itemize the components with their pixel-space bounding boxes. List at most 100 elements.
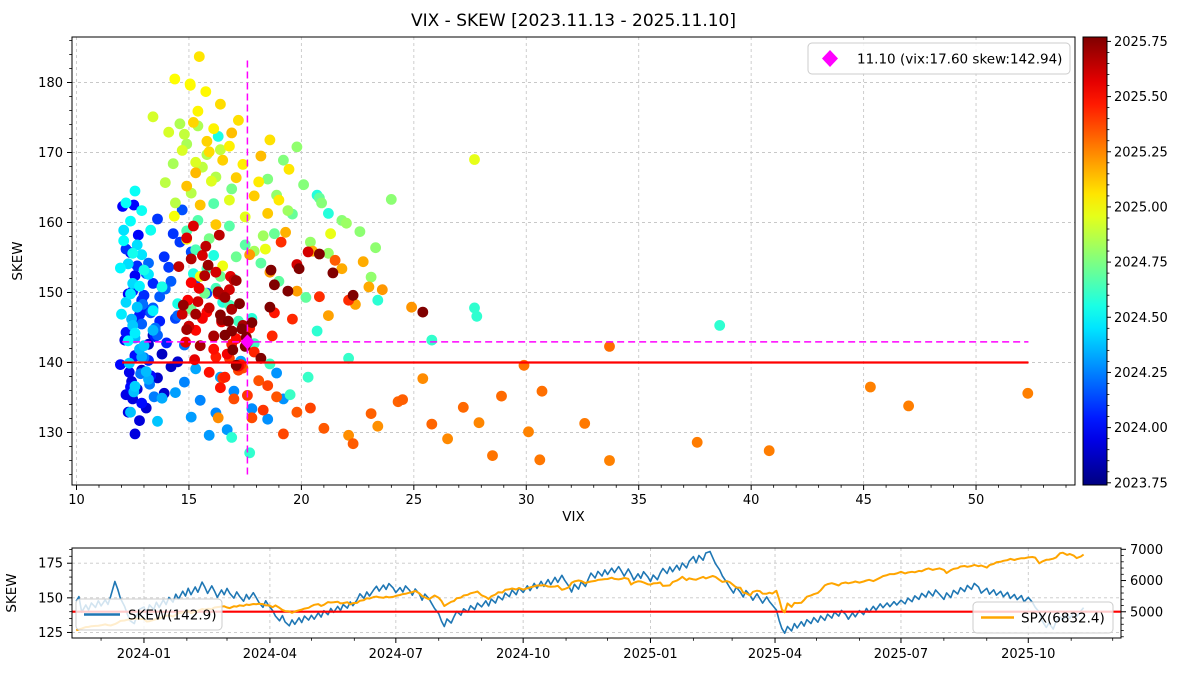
y2-tick-label: 6000 [1130, 574, 1163, 589]
scatter-point [163, 126, 175, 138]
scatter-point [347, 438, 359, 450]
x-tick-label: 2024-07 [369, 647, 423, 662]
scatter-point [226, 432, 238, 443]
scatter-point [210, 219, 222, 231]
y-tick-label: 150 [38, 591, 63, 606]
scatter-point [212, 412, 224, 424]
scatter-point [163, 261, 175, 273]
scatter-point [287, 313, 298, 325]
scatter-point [167, 228, 179, 240]
scatter-point [156, 392, 168, 404]
y2-tick-label: 7000 [1130, 543, 1163, 558]
x-tick-label: 45 [855, 493, 872, 508]
x-tick-label: 2024-04 [243, 647, 297, 662]
scatter-point [202, 259, 214, 271]
scatter-point [257, 230, 269, 242]
scatter-point [357, 256, 369, 268]
scatter-point [170, 387, 181, 398]
scatter-legend: 11.10 (vix:17.60 skew:142.94) [807, 42, 1071, 75]
scatter-point [865, 381, 876, 393]
scatter-point [244, 249, 256, 261]
colorbar-tick-label: 2025.00 [1114, 200, 1168, 215]
scatter-point [134, 415, 145, 426]
scatter-point [129, 185, 141, 197]
x-tick-label: 2024-10 [496, 647, 550, 662]
scatter-point [147, 305, 159, 317]
x-axis-label: VIX [562, 509, 584, 525]
scatter-point [226, 183, 238, 195]
x-tick-label: 2024-01 [117, 647, 171, 662]
scatter-point [298, 179, 309, 191]
scatter-point [125, 288, 136, 300]
colorbar-tick-label: 2023.75 [1114, 476, 1168, 491]
scatter-point [224, 194, 235, 206]
scatter-point [264, 301, 276, 313]
scatter-point [417, 373, 429, 384]
scatter-point [194, 394, 206, 406]
timeseries-y-axis-label: SKEW [4, 573, 20, 612]
scatter-point [469, 154, 480, 165]
scatter-point [179, 128, 190, 140]
scatter-point [236, 323, 248, 335]
spx-legend-label: SPX(6832.4) [1021, 611, 1105, 627]
scatter-point [169, 73, 181, 85]
scatter-point [255, 257, 267, 269]
scatter-point [192, 105, 204, 117]
scatter-point [269, 279, 280, 291]
scatter-point [176, 145, 188, 156]
scatter-point [200, 86, 212, 97]
y-tick-label: 175 [38, 557, 63, 572]
scatter-point [248, 190, 260, 202]
scatter-point [323, 208, 334, 219]
y-tick-label: 160 [38, 216, 63, 231]
colorbar-tick-label: 2025.75 [1114, 35, 1168, 50]
scatter-point [138, 264, 150, 276]
scatter-point [316, 197, 327, 209]
scatter-point [226, 127, 238, 139]
scatter-point [199, 270, 211, 282]
scatter-point [325, 228, 336, 240]
x-tick-label: 15 [181, 493, 198, 508]
colorbar-tick-label: 2024.00 [1114, 421, 1168, 436]
scatter-point [273, 194, 285, 206]
scatter-point [365, 271, 377, 283]
scatter-point [262, 380, 274, 391]
scatter-point [208, 250, 220, 261]
scatter-point [496, 390, 507, 402]
scatter-point [903, 400, 914, 412]
scatter-point [763, 445, 775, 457]
spx-series-line [75, 551, 1085, 632]
scatter-point [140, 366, 152, 377]
scatter-point [181, 232, 193, 244]
scatter-point [291, 141, 303, 153]
skew-legend: SKEW(142.9) [75, 598, 223, 631]
scatter-point [230, 251, 242, 263]
scatter-point [271, 391, 282, 403]
scatter-point [457, 401, 469, 413]
x-tick-label: 2025-10 [1001, 647, 1055, 662]
chart-canvas: 10 15 20 25 30 35 40 45 50 130 140 150 160 170 180 VIX… [4, 11, 1168, 662]
colorbar-gradient [1082, 36, 1108, 486]
scatter-point [314, 291, 325, 303]
scatter-point [219, 371, 231, 383]
scatter-point [291, 406, 303, 418]
scatter-point [469, 302, 480, 314]
scatter-point [363, 281, 375, 293]
scatter-point [278, 154, 289, 166]
scatter-point [385, 194, 397, 205]
scatter-point [311, 325, 323, 337]
scatter-point [190, 156, 202, 168]
y-tick-label: 170 [38, 146, 63, 161]
scatter-point [179, 376, 190, 388]
y-tick-label: 130 [38, 426, 63, 441]
scatter-point [118, 224, 130, 236]
scatter-point [194, 199, 206, 211]
x-tick-label: 20 [293, 493, 310, 508]
scatter-point [184, 79, 196, 91]
scatter-point [365, 408, 377, 419]
scatter-point [691, 436, 703, 448]
scatter-point [177, 299, 189, 311]
scatter-point [129, 428, 141, 440]
scatter-point [372, 420, 384, 432]
colorbar-tick-label: 2024.75 [1114, 256, 1168, 271]
